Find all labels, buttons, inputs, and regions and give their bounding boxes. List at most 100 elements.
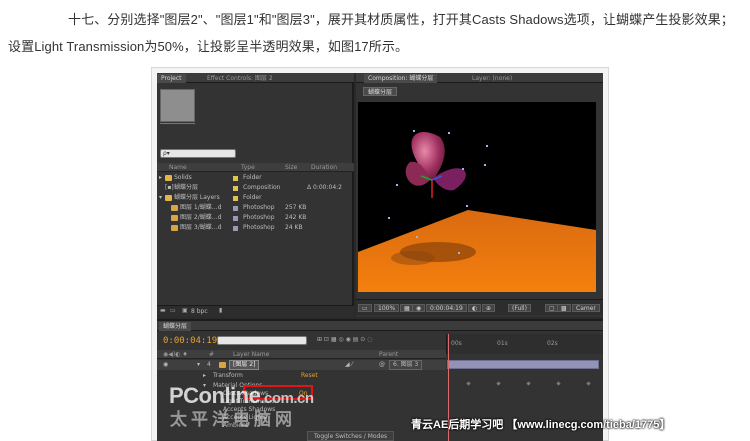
expand-arrow-icon[interactable]: ▾ <box>197 360 200 370</box>
zoom-select[interactable]: 100% <box>374 304 400 312</box>
composition-icon: [▪] <box>165 184 174 191</box>
col-hash: # <box>209 351 215 358</box>
toggle-switches-modes[interactable]: Toggle Switches / Modes <box>307 431 395 441</box>
camera-icon[interactable]: ◐ <box>468 304 482 312</box>
timeline-tool-icons[interactable]: ⊞ ⊡ ▦ ◎ ◉ ▤ ⊙ ◌ <box>317 336 372 343</box>
item-size: 242 KB <box>285 214 307 221</box>
always-preview-icon[interactable]: ▭ <box>358 304 372 312</box>
ruler-tick: 00s <box>451 340 462 347</box>
layer-duration-bar[interactable] <box>447 360 599 369</box>
transform-prop[interactable]: Transform <box>213 371 243 381</box>
item-name: 蝴蝶分层 Layers <box>174 194 220 201</box>
timeline-tabs: 蝴蝶分层 <box>157 321 603 331</box>
ruler-tick: 01s <box>497 340 508 347</box>
layer-switches[interactable]: ◢ ⁄ <box>345 360 353 370</box>
timeline-layer-row[interactable]: ◉ ▾ 4 [图层 2] ◢ ⁄ @ 6. 图层 3 <box>157 360 446 370</box>
article-paragraph: 十七、分别选择"图层2"、"图层1"和"图层3"，展开其材质属性，打开其Cast… <box>8 12 734 54</box>
transparency-grid-icon[interactable]: ▩ <box>557 304 571 312</box>
photoshop-file-icon <box>171 205 178 211</box>
project-panel-tabs: Project Effect Controls: 图层 2 <box>157 73 354 83</box>
project-item[interactable]: 图层 3/蝴蝶…d Photoshop 24 KB <box>157 223 354 233</box>
layer-name[interactable]: [图层 2] <box>229 360 260 370</box>
label-swatch <box>233 226 238 231</box>
keyframe-marker[interactable] <box>526 381 531 386</box>
tab-project[interactable]: Project <box>157 74 186 83</box>
resolution-select[interactable]: (Full) <box>508 304 531 312</box>
item-name: 蝴蝶分层 <box>174 184 199 191</box>
project-thumbnail <box>160 89 195 122</box>
photoshop-file-icon <box>171 215 178 221</box>
comp-breadcrumb[interactable]: 蝴蝶分层 <box>363 87 398 96</box>
label-swatch <box>233 206 238 211</box>
visibility-icon[interactable]: ◉ <box>163 360 168 370</box>
interpret-footage-icon[interactable]: ▬ <box>160 307 166 314</box>
new-composition-icon[interactable]: ▣ <box>182 307 188 314</box>
timeline-current-time[interactable]: 0:00:04:19 <box>163 336 217 346</box>
bpc-label[interactable]: 8 bpc <box>191 308 208 315</box>
item-type: Photoshop <box>243 224 275 231</box>
photoshop-file-icon <box>219 362 226 368</box>
parent-select[interactable]: 6. 图层 3 <box>389 360 423 370</box>
tab-timeline-comp[interactable]: 蝴蝶分层 <box>159 322 192 331</box>
col-duration[interactable]: Duration <box>311 164 337 171</box>
item-type: Folder <box>243 194 262 201</box>
photoshop-file-icon <box>171 225 178 231</box>
composition-panel: Composition: 蝴蝶分层 Layer: (none) 蝴蝶分层 ▭ 1… <box>356 73 603 317</box>
item-name: 图层 1/蝴蝶…d <box>180 204 222 211</box>
snapshot-icon[interactable]: ◉ <box>412 304 426 312</box>
col-layer-name[interactable]: Layer Name <box>233 351 269 358</box>
project-item[interactable]: ▾ 蝴蝶分层 Layers Folder <box>157 193 354 203</box>
layer-number: 4 <box>207 361 211 368</box>
comp-viewer[interactable] <box>358 102 596 292</box>
item-size: 24 KB <box>285 224 303 231</box>
watermark-taiping: 太平洋电脑网 <box>170 410 296 429</box>
project-search-input[interactable]: ρ▾ <box>160 149 236 158</box>
parent-pick-whip-icon[interactable]: @ <box>379 360 385 370</box>
camera-view-select[interactable]: Camer <box>572 304 600 312</box>
project-panel: Project Effect Controls: 图层 2 ρ▾ Name Ty… <box>157 73 354 317</box>
show-channel-icon[interactable]: ⊕ <box>482 304 496 312</box>
watermark-forum: 青云AE后期学习吧 【www.linecg.com/tieba/1775】 <box>411 419 671 431</box>
trash-icon[interactable]: ▮ <box>219 307 222 314</box>
tab-layer[interactable]: Layer: (none) <box>468 74 516 83</box>
col-type[interactable]: Type <box>241 164 255 171</box>
transform-reset[interactable]: Reset <box>301 371 318 381</box>
label-swatch <box>233 216 238 221</box>
project-item[interactable]: [▪] 蝴蝶分层 Composition Δ 0:00:04:2 <box>157 183 354 193</box>
col-parent[interactable]: Parent <box>379 351 398 358</box>
project-item[interactable]: 图层 2/蝴蝶…d Photoshop 242 KB <box>157 213 354 223</box>
comp-footer: ▭ 100% ▦ ◉ 0:00:04:19 ◐ ⊕ (Full) ▢ ▩ Cam… <box>356 299 603 315</box>
keyframe-marker[interactable] <box>496 381 501 386</box>
keyframe-marker[interactable] <box>556 381 561 386</box>
project-item[interactable]: ▸ Solids Folder <box>157 173 354 183</box>
article-text: 十七、分别选择"图层2"、"图层1"和"图层3"，展开其材质属性，打开其Cast… <box>8 6 744 60</box>
time-ruler[interactable]: 00s 01s 02s <box>446 334 603 354</box>
keyframe-marker[interactable] <box>586 381 591 386</box>
ruler-tick: 02s <box>547 340 558 347</box>
comp-timecode[interactable]: 0:00:04:19 <box>426 304 467 312</box>
expand-arrow-icon: ▾ <box>159 194 163 201</box>
new-folder-icon[interactable]: ▭ <box>170 307 176 314</box>
col-size[interactable]: Size <box>285 164 297 171</box>
butterfly-shadow-2 <box>391 251 435 265</box>
item-type: Composition <box>243 184 281 191</box>
label-swatch <box>233 186 238 191</box>
project-item[interactable]: 图层 1/蝴蝶…d Photoshop 257 KB <box>157 203 354 213</box>
item-duration: Δ 0:00:04:2 <box>307 184 342 191</box>
folder-icon <box>165 195 172 201</box>
timeline-column-header: ◉◀)◐ ♦ # Layer Name Parent <box>157 350 446 359</box>
item-type: Folder <box>243 174 262 181</box>
item-size: 257 KB <box>285 204 307 211</box>
folder-icon <box>165 175 172 181</box>
composition-panel-tabs: Composition: 蝴蝶分层 Layer: (none) <box>356 73 603 83</box>
tab-composition[interactable]: Composition: 蝴蝶分层 <box>364 74 438 83</box>
transform-toggle-icon[interactable]: ▸ <box>203 371 206 381</box>
keyframe-marker[interactable] <box>466 381 471 386</box>
item-name: Solids <box>174 174 192 181</box>
timeline-search-input[interactable] <box>217 336 307 345</box>
tab-effect-controls[interactable]: Effect Controls: 图层 2 <box>203 74 277 83</box>
item-name: 图层 2/蝴蝶…d <box>180 214 222 221</box>
label-swatch <box>233 196 238 201</box>
project-column-header: Name Type Size Duration <box>157 163 354 172</box>
col-name[interactable]: Name <box>169 164 187 171</box>
